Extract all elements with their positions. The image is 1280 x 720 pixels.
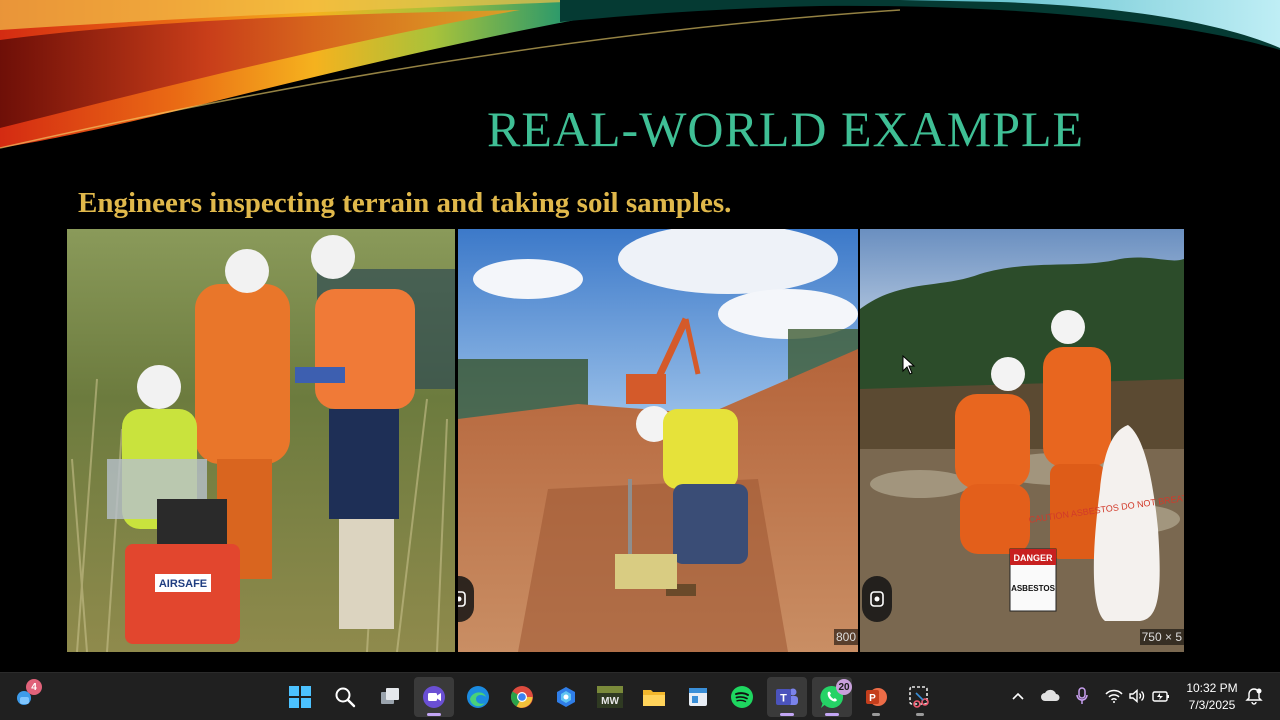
lens-icon	[870, 591, 884, 607]
wifi-icon	[1105, 689, 1123, 703]
cloud-icon	[1041, 689, 1060, 701]
copilot-icon	[557, 687, 575, 707]
case-label: AIRSAFE	[159, 578, 207, 590]
notification-bell-icon	[1245, 688, 1263, 705]
windows-start-icon	[289, 686, 311, 708]
start-button[interactable]	[280, 677, 320, 717]
slide-subtitle: Engineers inspecting terrain and taking …	[78, 187, 732, 219]
edge-icon	[467, 686, 489, 708]
sign-top: DANGER	[1013, 553, 1053, 563]
photo-soil-test-trench: 800	[458, 229, 858, 652]
clock-time: 10:32 PM	[1186, 681, 1238, 695]
chrome-icon	[510, 686, 533, 708]
show-hidden-icons-button[interactable]	[1007, 685, 1029, 707]
spotify-icon	[731, 686, 753, 708]
task-view-button[interactable]	[370, 677, 410, 717]
taskbar-app-video[interactable]	[414, 677, 454, 717]
onedrive-button[interactable]	[1039, 685, 1061, 707]
notifications-button[interactable]	[1243, 685, 1265, 707]
slide: REAL-WORLD EXAMPLE Engineers inspecting …	[0, 0, 1280, 670]
taskbar-app-mw[interactable]: MW	[590, 677, 630, 717]
network-button[interactable]	[1103, 685, 1125, 707]
running-indicator	[825, 713, 839, 716]
svg-text:MW: MW	[601, 696, 619, 707]
taskbar-app-chrome[interactable]	[502, 677, 542, 717]
clock-date: 7/3/2025	[1188, 698, 1236, 712]
running-indicator	[427, 713, 441, 716]
notepad-icon	[689, 688, 707, 706]
whatsapp-badge: 20	[836, 679, 852, 695]
lens-icon	[458, 591, 466, 607]
teams-icon: T	[776, 688, 798, 705]
microphone-button[interactable]	[1071, 685, 1093, 707]
photo-asbestos-sampling: CAUTION ASBESTOS DO NOT BREATHE DUST DAN…	[860, 229, 1184, 652]
sign-bottom: ASBESTOS	[1011, 584, 1056, 593]
search-icon	[335, 687, 356, 708]
clock[interactable]: 10:32 PM 7/3/2025	[1180, 680, 1244, 714]
mw-app-icon: MW	[597, 686, 623, 708]
snipping-tool-icon	[909, 686, 929, 708]
task-view-icon	[381, 688, 399, 704]
taskbar: 4 MW T 20 P 10:32 PM 7/3/2025	[0, 672, 1280, 720]
slide-title: REAL-WORLD EXAMPLE	[487, 101, 1085, 157]
battery-charging-icon	[1152, 691, 1169, 702]
search-button[interactable]	[325, 677, 365, 717]
photo-engineers-wetland: AIRSAFE	[67, 229, 455, 652]
powerpoint-icon: P	[866, 688, 887, 706]
volume-button[interactable]	[1126, 685, 1148, 707]
taskbar-app-whatsapp[interactable]: 20	[812, 677, 852, 717]
image-size-label: 750 × 5	[1139, 629, 1184, 645]
video-camera-icon	[423, 686, 445, 708]
speaker-icon	[1129, 689, 1145, 703]
taskbar-app-snipping-tool[interactable]	[900, 677, 940, 717]
file-explorer-icon	[643, 690, 665, 706]
widgets-button[interactable]: 4	[6, 677, 46, 717]
widgets-badge: 4	[26, 679, 42, 695]
taskbar-app-edge[interactable]	[458, 677, 498, 717]
running-indicator	[872, 713, 880, 716]
svg-text:P: P	[869, 693, 876, 704]
battery-button[interactable]	[1150, 685, 1172, 707]
running-indicator	[916, 713, 924, 716]
chevron-up-icon	[1012, 692, 1024, 700]
taskbar-app-notepad[interactable]	[678, 677, 718, 717]
taskbar-app-file-explorer[interactable]	[634, 677, 674, 717]
microphone-icon	[1076, 687, 1088, 704]
visual-search-button[interactable]	[458, 576, 474, 622]
mouse-cursor-icon	[902, 355, 916, 375]
taskbar-app-copilot[interactable]	[546, 677, 586, 717]
taskbar-app-powerpoint[interactable]: P	[856, 677, 896, 717]
taskbar-app-spotify[interactable]	[722, 677, 762, 717]
image-size-label: 800	[833, 629, 858, 645]
taskbar-app-teams[interactable]: T	[767, 677, 807, 717]
svg-text:T: T	[780, 693, 787, 705]
running-indicator	[780, 713, 794, 716]
visual-search-button[interactable]	[862, 576, 892, 622]
